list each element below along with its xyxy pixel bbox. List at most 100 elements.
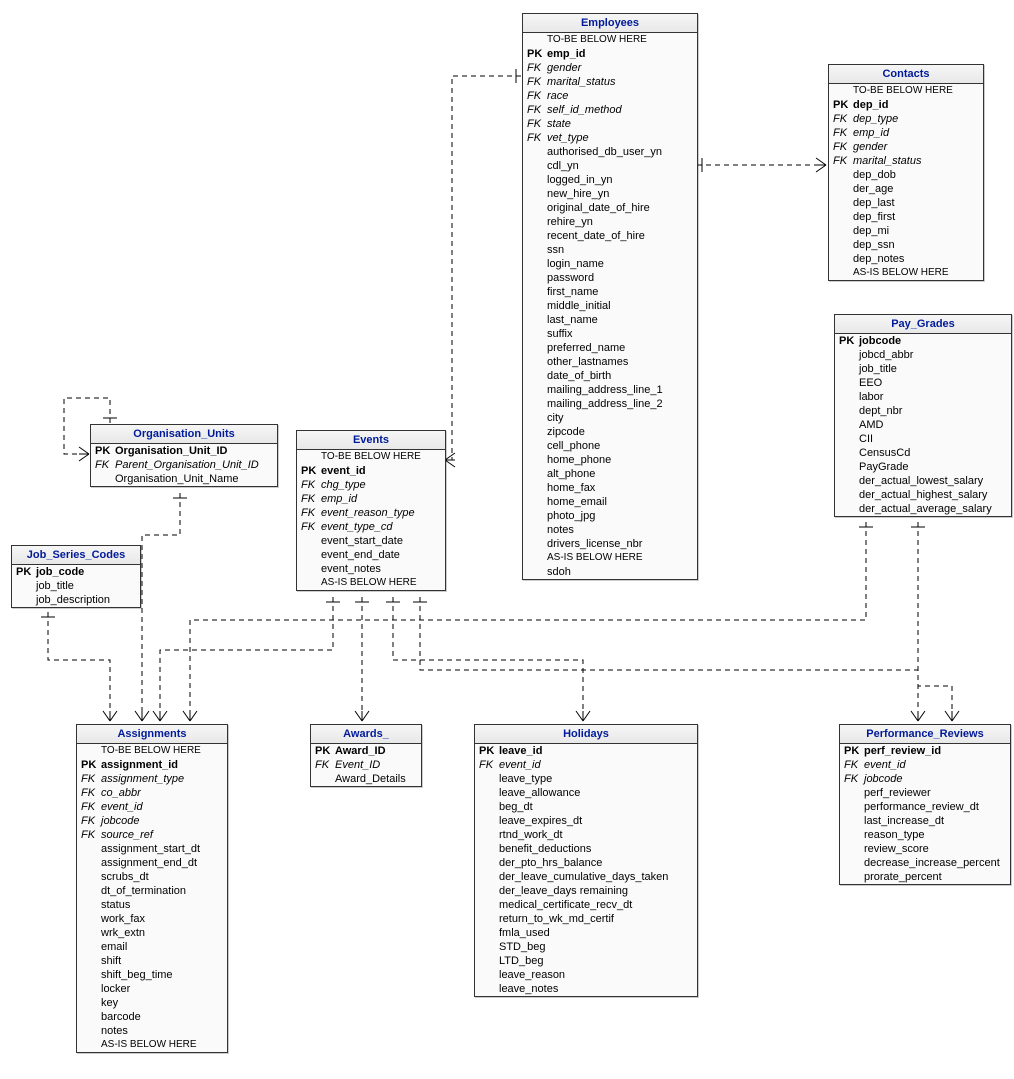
- column-key-type: [77, 842, 99, 856]
- column-name: zipcode: [545, 425, 697, 439]
- column-key-type: [475, 898, 497, 912]
- column-key-type: [297, 548, 319, 562]
- column-name: TO-BE BELOW HERE: [851, 84, 983, 98]
- column-name: ssn: [545, 243, 697, 257]
- column-name: preferred_name: [545, 341, 697, 355]
- column-key-type: [77, 1010, 99, 1024]
- column-key-type: [829, 266, 851, 280]
- column-key-type: FK: [840, 772, 862, 786]
- column-name: notes: [99, 1024, 227, 1038]
- column-key-type: [835, 446, 857, 460]
- column-name: STD_beg: [497, 940, 697, 954]
- entity-columns: PKleave_idFKevent_idleave_typeleave_allo…: [475, 744, 697, 996]
- column-key-type: [77, 856, 99, 870]
- column-name: status: [99, 898, 227, 912]
- entity-title: Pay_Grades: [835, 315, 1011, 334]
- column-key-type: [523, 299, 545, 313]
- column-key-type: [835, 460, 857, 474]
- column-name: AS-IS BELOW HERE: [319, 576, 445, 590]
- column-key-type: [829, 84, 851, 98]
- column-key-type: FK: [297, 520, 319, 534]
- column-name: leave_id: [497, 744, 697, 758]
- column-name: event_start_date: [319, 534, 445, 548]
- column-key-type: [91, 472, 113, 486]
- column-name: dep_id: [851, 98, 983, 112]
- column-name: alt_phone: [545, 467, 697, 481]
- column-key-type: [77, 940, 99, 954]
- column-key-type: FK: [77, 814, 99, 828]
- column-name: home_fax: [545, 481, 697, 495]
- column-name: photo_jpg: [545, 509, 697, 523]
- column-name: first_name: [545, 285, 697, 299]
- column-key-type: [77, 1038, 99, 1052]
- column-name: EEO: [857, 376, 1011, 390]
- column-key-type: FK: [77, 772, 99, 786]
- column-name: dt_of_termination: [99, 884, 227, 898]
- entity-title: Employees: [523, 14, 697, 33]
- column-key-type: [523, 33, 545, 47]
- column-key-type: [77, 1024, 99, 1038]
- column-name: der_pto_hrs_balance: [497, 856, 697, 870]
- column-name: AMD: [857, 418, 1011, 432]
- column-name: key: [99, 996, 227, 1010]
- column-key-type: [840, 842, 862, 856]
- column-name: der_leave_cumulative_days_taken: [497, 870, 697, 884]
- column-key-type: [835, 362, 857, 376]
- column-name: rtnd_work_dt: [497, 828, 697, 842]
- column-key-type: FK: [77, 800, 99, 814]
- column-key-type: PK: [297, 464, 319, 478]
- column-name: home_email: [545, 495, 697, 509]
- column-key-type: [523, 215, 545, 229]
- column-key-type: [835, 432, 857, 446]
- column-key-type: [475, 912, 497, 926]
- column-name: der_leave_days remaining: [497, 884, 697, 898]
- column-key-type: FK: [523, 131, 545, 145]
- column-key-type: PK: [523, 47, 545, 61]
- entity-columns: PKAward_IDFKEvent_IDAward_Details: [311, 744, 421, 786]
- column-key-type: [77, 954, 99, 968]
- column-key-type: FK: [523, 103, 545, 117]
- column-name: vet_type: [545, 131, 697, 145]
- column-name: emp_id: [545, 47, 697, 61]
- column-name: assignment_end_dt: [99, 856, 227, 870]
- column-key-type: [297, 450, 319, 464]
- entity-assignments: AssignmentsTO-BE BELOW HEREPKassignment_…: [76, 724, 228, 1053]
- column-name: labor: [857, 390, 1011, 404]
- column-key-type: [475, 856, 497, 870]
- column-key-type: [840, 828, 862, 842]
- column-key-type: [523, 551, 545, 565]
- column-key-type: PK: [91, 444, 113, 458]
- column-key-type: [523, 355, 545, 369]
- column-name: dep_first: [851, 210, 983, 224]
- column-key-type: [475, 884, 497, 898]
- column-name: Event_ID: [333, 758, 421, 772]
- column-name: perf_reviewer: [862, 786, 1010, 800]
- column-key-type: [523, 159, 545, 173]
- column-key-type: [523, 537, 545, 551]
- column-key-type: [77, 870, 99, 884]
- column-key-type: [523, 201, 545, 215]
- column-name: leave_allowance: [497, 786, 697, 800]
- column-key-type: [523, 187, 545, 201]
- column-name: event_notes: [319, 562, 445, 576]
- column-name: login_name: [545, 257, 697, 271]
- column-key-type: [523, 383, 545, 397]
- column-key-type: [840, 800, 862, 814]
- entity-events: EventsTO-BE BELOW HEREPKevent_idFKchg_ty…: [296, 430, 446, 591]
- column-name: self_id_method: [545, 103, 697, 117]
- entity-title: Organisation_Units: [91, 425, 277, 444]
- column-name: assignment_start_dt: [99, 842, 227, 856]
- column-key-type: FK: [829, 112, 851, 126]
- column-name: der_actual_lowest_salary: [857, 474, 1011, 488]
- column-key-type: [835, 502, 857, 516]
- column-key-type: [475, 814, 497, 828]
- column-name: chg_type: [319, 478, 445, 492]
- column-key-type: [523, 411, 545, 425]
- column-key-type: [523, 145, 545, 159]
- column-name: last_increase_dt: [862, 814, 1010, 828]
- column-name: wrk_extn: [99, 926, 227, 940]
- column-key-type: FK: [523, 75, 545, 89]
- column-name: event_id: [862, 758, 1010, 772]
- entity-columns: TO-BE BELOW HEREPKemp_idFKgenderFKmarita…: [523, 33, 697, 579]
- column-name: dep_mi: [851, 224, 983, 238]
